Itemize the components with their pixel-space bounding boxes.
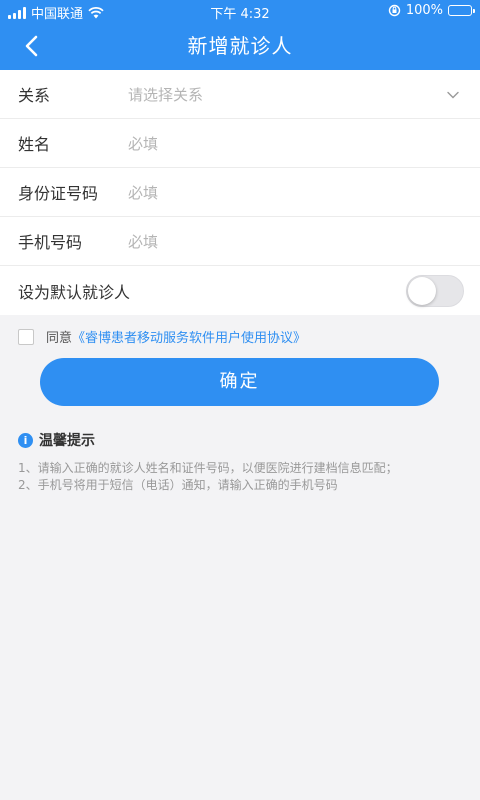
default-patient-row: 设为默认就诊人 — [0, 266, 480, 315]
status-bar: 中国联通 下午 4:32 100% — [0, 0, 480, 22]
chevron-down-icon — [447, 91, 459, 99]
tip-line: 1、请输入正确的就诊人姓名和证件号码，以便医院进行建档信息匹配； — [18, 461, 398, 475]
relation-placeholder: 请选择关系 — [128, 85, 204, 104]
info-icon: i — [18, 432, 33, 448]
agreement-prefix: 同意 — [46, 331, 73, 346]
relation-select[interactable]: 关系 请选择关系 — [0, 70, 480, 119]
id-number-label: 身份证号码 — [18, 184, 99, 203]
tips-header: i 温馨提示 — [18, 430, 468, 450]
orientation-lock-icon — [388, 4, 401, 17]
phone-label: 手机号码 — [18, 233, 83, 252]
tips-title: 温馨提示 — [39, 433, 95, 449]
name-label: 姓名 — [18, 135, 51, 154]
id-number-field[interactable]: 身份证号码 必填 — [0, 168, 480, 217]
default-patient-toggle[interactable] — [406, 275, 464, 307]
agreement-link[interactable]: 《睿博患者移动服务软件用户使用协议》 — [72, 327, 306, 346]
default-patient-label: 设为默认就诊人 — [18, 282, 131, 302]
agreement-checkbox[interactable] — [18, 328, 34, 345]
agreement-row: 同意 《睿博患者移动服务软件用户使用协议》 — [18, 327, 306, 346]
name-input[interactable]: 必填 — [128, 133, 158, 154]
relation-label: 关系 — [18, 86, 51, 105]
status-right: 100% — [388, 3, 475, 18]
battery-percent: 100% — [405, 3, 443, 18]
tips-section: i 温馨提示 1、请输入正确的就诊人姓名和证件号码，以便医院进行建档信息匹配； … — [18, 430, 468, 494]
toggle-knob — [408, 277, 436, 305]
phone-input[interactable]: 必填 — [128, 231, 158, 252]
confirm-button[interactable]: 确定 — [40, 358, 439, 406]
id-number-input[interactable]: 必填 — [128, 182, 158, 203]
page-title: 新增就诊人 — [187, 34, 293, 58]
name-field[interactable]: 姓名 必填 — [0, 119, 480, 168]
patient-form: 关系 请选择关系 姓名 必填 身份证号码 必填 手机号码 必填 设为默认就诊人 — [0, 70, 480, 315]
app-header: 中国联通 下午 4:32 100% 新增就诊人 — [0, 0, 480, 70]
tip-line: 2、手机号将用于短信（电话）通知，请输入正确的手机号码 — [18, 478, 338, 492]
phone-field[interactable]: 手机号码 必填 — [0, 217, 480, 266]
battery-icon — [448, 5, 475, 16]
